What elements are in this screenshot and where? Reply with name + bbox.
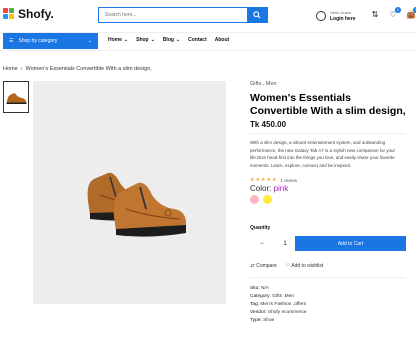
search-input[interactable]: [99, 8, 247, 22]
star-icon: ★: [260, 177, 266, 183]
color-selector-label: Color: pink: [250, 184, 288, 193]
product-category[interactable]: Gifts , Men: [250, 81, 277, 87]
nav-item-about[interactable]: About: [215, 37, 229, 43]
nav-item-home[interactable]: Home ⌄: [108, 37, 128, 43]
color-swatches: [250, 195, 272, 204]
cart-icon[interactable]: 👜0: [406, 7, 416, 20]
category-button-label: Shop by category: [18, 38, 58, 44]
meta-type: Type: Shoe: [250, 318, 275, 323]
meta-tag: Tag: Men's Fashion ,offers: [250, 302, 307, 307]
menu-icon: ☰: [9, 38, 14, 44]
quantity-label: Quantity: [250, 225, 271, 231]
color-swatch-yellow[interactable]: [263, 195, 272, 204]
nav-item-contact[interactable]: Contact: [188, 37, 207, 43]
account-link[interactable]: Hello Guest Login here: [316, 9, 356, 23]
nav-item-shop[interactable]: Shop ⌄: [136, 37, 155, 43]
meta-sku: Sku: N/A: [250, 286, 269, 291]
star-icon: ★: [266, 177, 271, 183]
product-price: Tk 450.00: [250, 120, 287, 129]
product-title: Women's Essentials Convertible With a sl…: [250, 92, 406, 117]
color-swatch-pink[interactable]: [250, 195, 259, 204]
user-icon: [316, 11, 326, 21]
breadcrumb: Home › Women's Essentials Convertible Wi…: [3, 66, 152, 72]
star-icon: ★: [271, 177, 277, 183]
star-icon: ★: [255, 177, 260, 183]
wishlist-count: 0: [395, 7, 401, 13]
search-button[interactable]: [247, 8, 267, 22]
add-to-wishlist-link[interactable]: ♡ Add to wishlist: [285, 263, 323, 269]
price-divider: [250, 133, 405, 134]
search-bar: [98, 7, 268, 23]
color-value: pink: [273, 184, 289, 193]
nav-item-blog[interactable]: Blog ⌄: [163, 37, 180, 43]
compare-link[interactable]: ⇄ Compare: [250, 263, 277, 269]
product-meta: Sku: N/A Category: Gifts ,Men Tag: Men's…: [250, 285, 307, 325]
shoe-image: [87, 172, 186, 237]
breadcrumb-current: Women's Essentials Convertible With a sl…: [25, 66, 152, 72]
meta-vendor: Vendor: Shofy ecommerce: [250, 310, 307, 315]
nav-divider: [0, 50, 416, 51]
compare-icon: ⇄: [250, 263, 255, 269]
heart-icon: ♡: [284, 263, 290, 269]
breadcrumb-home[interactable]: Home: [3, 66, 18, 72]
product-description: With a slim design, a vibrant entertainm…: [250, 140, 395, 168]
product-rating: ★ ★ ★ ★ ★ 1 review: [250, 177, 297, 183]
color-label: Color:: [250, 184, 272, 193]
shoe-thumbnail-image: [6, 93, 27, 104]
add-to-cart-button[interactable]: Add to Cart: [295, 236, 406, 251]
account-greeting: Hello Guest: [330, 10, 351, 15]
product-actions: ⇄ Compare ♡ Add to wishlist: [250, 263, 323, 269]
decrease-quantity-button[interactable]: −: [260, 241, 264, 247]
quantity-value[interactable]: 1: [283, 241, 286, 247]
logo-icon: [3, 8, 15, 20]
search-icon: [253, 11, 261, 19]
chevron-down-icon: ⌄: [87, 38, 92, 44]
logo[interactable]: Shofy.: [3, 7, 54, 21]
star-icon: ★: [250, 177, 255, 183]
breadcrumb-separator: ›: [20, 66, 23, 72]
product-main-image[interactable]: [33, 81, 226, 304]
login-link[interactable]: Login here: [330, 16, 356, 23]
main-nav: Home ⌄ Shop ⌄ Blog ⌄ Contact About: [108, 37, 229, 43]
logo-text: Shofy.: [18, 7, 54, 21]
shop-by-category-button[interactable]: ☰ Shop by category ⌄: [3, 33, 98, 49]
wishlist-icon[interactable]: ♡ 0: [388, 7, 401, 20]
meta-category: Category: Gifts ,Men: [250, 294, 294, 299]
compare-icon[interactable]: ⇅: [370, 10, 380, 20]
actions-divider: [250, 277, 405, 278]
product-thumbnail[interactable]: [3, 81, 29, 113]
review-count[interactable]: 1 review: [280, 178, 297, 183]
